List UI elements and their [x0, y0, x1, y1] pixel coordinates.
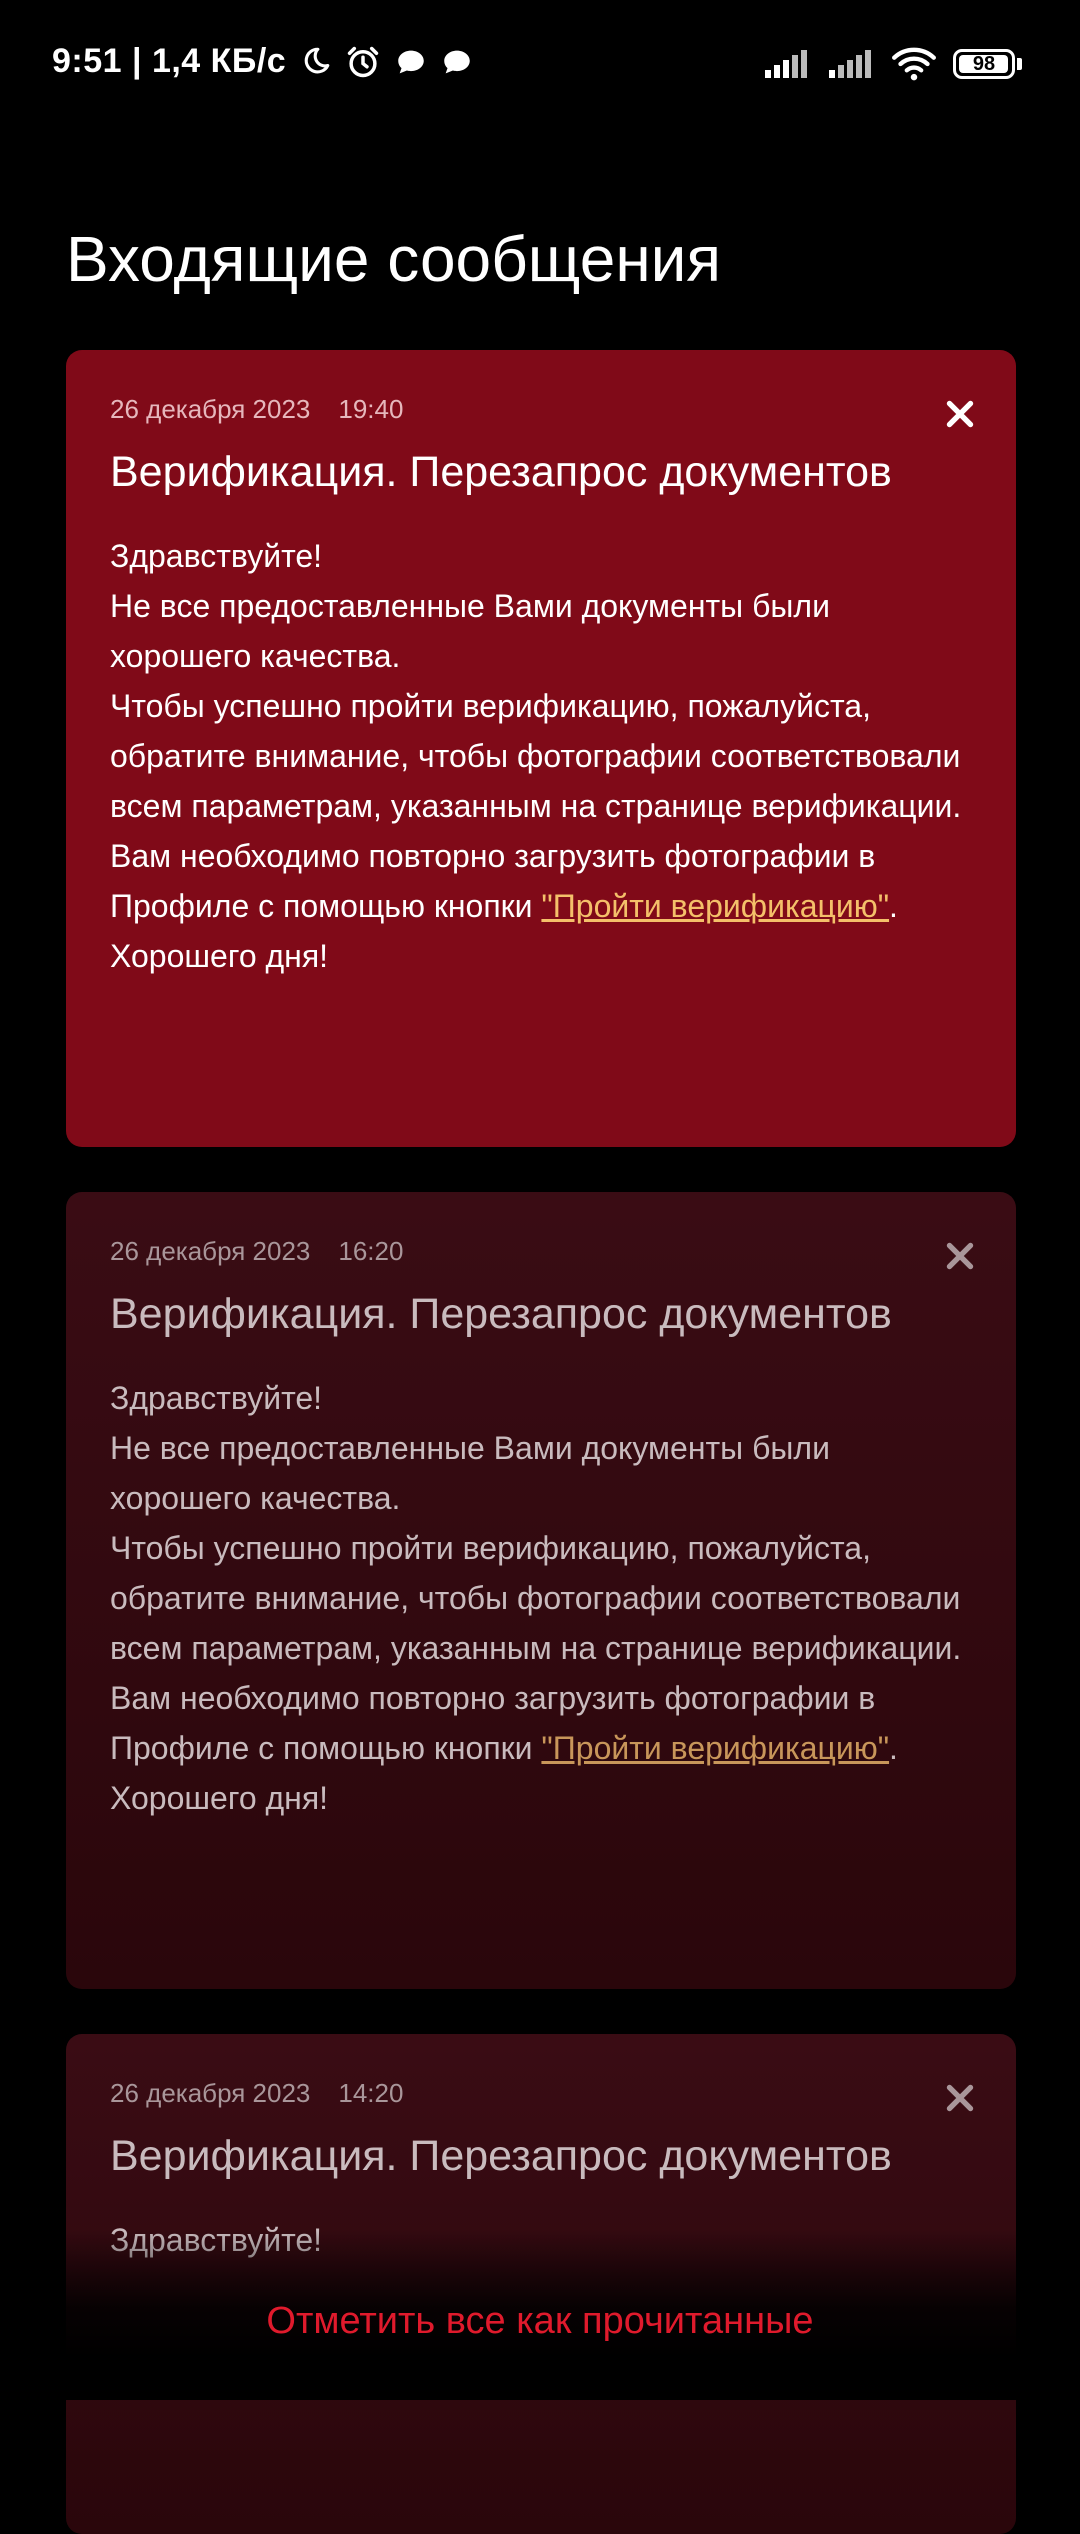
moon-icon: [298, 45, 332, 79]
message-meta: 26 декабря 2023 14:20: [110, 2078, 972, 2109]
message-line: Не все предоставленные Вами документы бы…: [110, 588, 830, 674]
message-title: Верификация. Перезапрос документов: [110, 1290, 892, 1338]
signal-icon: [827, 48, 875, 80]
chat-bubble-icon: [394, 45, 428, 79]
message-line: Вам необходимо повторно загрузить фотогр…: [110, 1673, 972, 1773]
message-card[interactable]: 26 декабря 2023 19:40 Верификация. Перез…: [66, 350, 1016, 1147]
wifi-icon: [891, 46, 937, 82]
verification-link[interactable]: "Пройти верификацию": [541, 1730, 889, 1766]
message-time: 19:40: [338, 394, 404, 424]
message-date: 26 декабря 2023: [110, 2078, 311, 2108]
message-line: Не все предоставленные Вами документы бы…: [110, 1430, 830, 1516]
message-greeting: Здравствуйте!: [110, 1380, 323, 1416]
message-greeting: Здравствуйте!: [110, 538, 323, 574]
message-closing: Хорошего дня!: [110, 938, 329, 974]
message-meta: 26 декабря 2023 19:40: [110, 394, 972, 425]
message-body: Здравствуйте! Не все предоставленные Вам…: [110, 1373, 972, 1823]
message-card[interactable]: 26 декабря 2023 16:20 Верификация. Перез…: [66, 1192, 1016, 1989]
signal-icon: [763, 48, 811, 80]
page-title: Входящие сообщения: [66, 223, 722, 295]
message-title: Верификация. Перезапрос документов: [110, 448, 892, 496]
message-closing: Хорошего дня!: [110, 1780, 329, 1816]
status-left: 9:51 | 1,4 КБ/с: [52, 42, 474, 81]
message-text: .: [889, 888, 898, 924]
message-body: Здравствуйте! Не все предоставленные Вам…: [110, 531, 972, 981]
close-icon[interactable]: [942, 1238, 978, 1274]
message-time: 14:20: [338, 2078, 404, 2108]
message-line: Вам необходимо повторно загрузить фотогр…: [110, 831, 972, 931]
chat-bubble-icon: [440, 45, 474, 79]
battery-level: 98: [972, 52, 996, 75]
message-text: .: [889, 1730, 898, 1766]
status-bar: 9:51 | 1,4 КБ/с 98: [0, 0, 1080, 130]
battery-tip: [1017, 58, 1022, 70]
message-line: Чтобы успешно пройти верификацию, пожалу…: [110, 688, 962, 824]
message-title: Верификация. Перезапрос документов: [110, 2132, 892, 2180]
battery-icon: 98: [953, 49, 1015, 79]
status-right: 98: [747, 46, 1022, 82]
close-icon[interactable]: [942, 2080, 978, 2116]
verification-link[interactable]: "Пройти верификацию": [541, 888, 889, 924]
mark-all-read-button[interactable]: Отметить все как прочитанные: [0, 2300, 1080, 2343]
status-time-speed: 9:51 | 1,4 КБ/с: [52, 42, 287, 80]
message-date: 26 декабря 2023: [110, 394, 311, 424]
alarm-icon: [344, 43, 382, 81]
message-date: 26 декабря 2023: [110, 1236, 311, 1266]
close-icon[interactable]: [942, 396, 978, 432]
message-line: Чтобы успешно пройти верификацию, пожалу…: [110, 1530, 962, 1666]
message-meta: 26 декабря 2023 16:20: [110, 1236, 972, 1267]
message-time: 16:20: [338, 1236, 404, 1266]
